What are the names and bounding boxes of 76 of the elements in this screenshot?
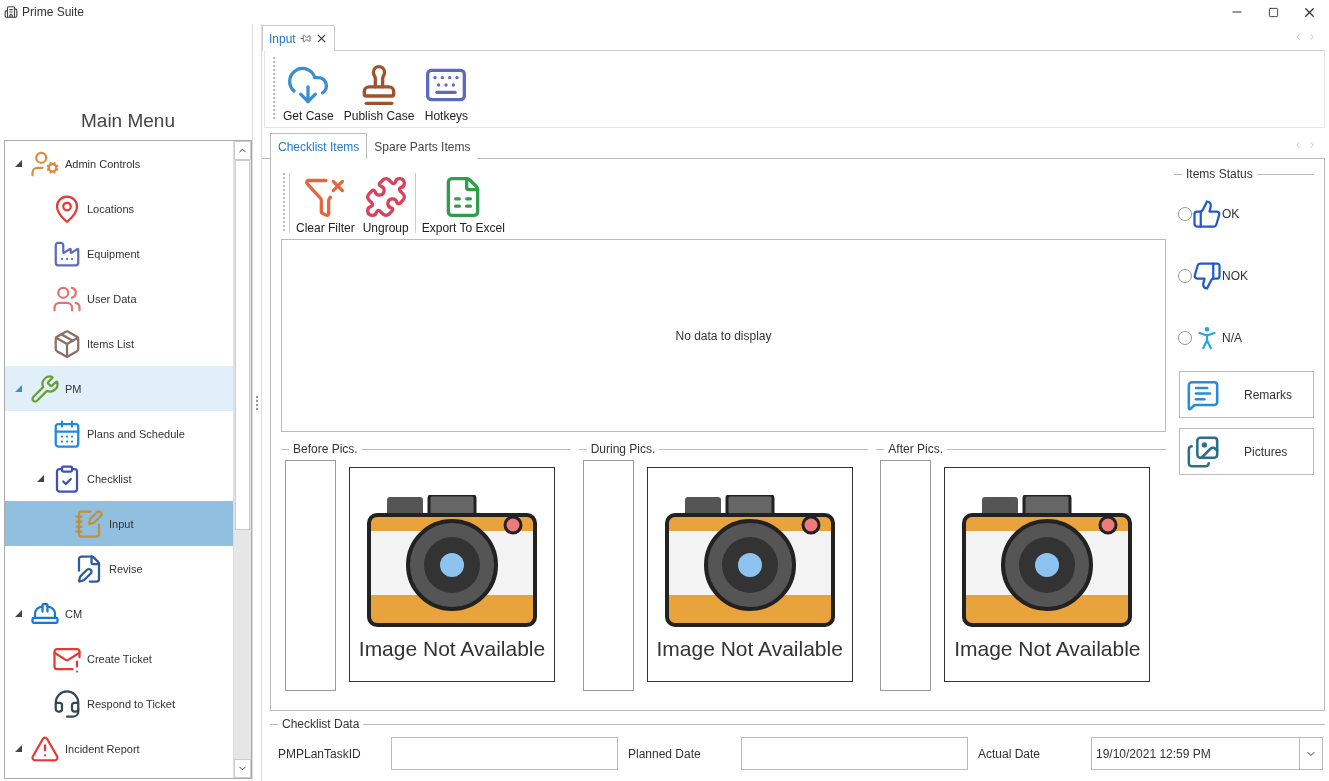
toolbar-button[interactable]: Publish Case [341,63,417,123]
radio-button[interactable] [1178,207,1192,221]
field-label: Actual Date [978,746,1042,761]
toolbar-button[interactable]: Ungroup [360,175,411,235]
side-button[interactable]: Remarks [1179,371,1314,418]
window-title: Prime Suite [22,5,86,19]
tab[interactable]: Checklist Items [270,133,368,159]
tree-item[interactable]: Items List [5,321,233,366]
image-placeholder[interactable]: Image Not Available [646,467,853,682]
thumbs-down-icon [1192,261,1222,291]
wrench-icon [30,373,60,404]
toolbar-button[interactable]: Get Case [281,63,336,123]
headset-icon [52,688,82,719]
camera-icon [664,495,835,627]
thumbs-up-icon [1192,199,1222,229]
tree-item[interactable]: Locations [5,186,233,231]
field-label: PMPLanTaskID [278,746,362,761]
tree-item[interactable]: Revise [5,546,233,591]
camera-icon [962,495,1133,627]
thumbnail-strip[interactable] [880,460,932,691]
thumbnail-strip[interactable] [285,460,336,691]
notepad-pencil-icon [74,508,104,539]
toolbar-button[interactable]: Clear Filter [294,175,357,235]
tree-item[interactable]: Checklist [5,456,233,501]
scroll-right-icon[interactable] [1307,140,1317,150]
tree-item[interactable]: Input [5,501,233,546]
toolbar-button[interactable]: Hotkeys [422,63,471,123]
calendar-icon [52,418,82,449]
toolbar-button[interactable]: Export To Excel [419,175,507,235]
expand-arrow-icon[interactable] [14,610,22,617]
document-tab[interactable]: Input [262,25,335,51]
image-placeholder-text: Image Not Available [358,637,546,661]
group-title: Before Pics. [293,442,358,456]
image-placeholder-text: Image Not Available [656,637,843,661]
app-logo-icon [4,5,18,19]
input-field[interactable] [391,737,618,770]
radio-button[interactable] [1178,331,1192,345]
tree-item[interactable]: Respond to Ticket [5,681,233,726]
camera-icon [367,495,537,627]
tree-item[interactable]: Incident Report [5,726,233,771]
image-placeholder[interactable]: Image Not Available [944,467,1151,682]
tree-item[interactable]: Equipment [5,231,233,276]
tree-item[interactable]: Plans and Schedule [5,411,233,456]
field-label: Planned Date [628,746,702,761]
radio-label: NOK [1222,269,1248,283]
scroll-right-icon[interactable] [1307,32,1317,42]
thumbnail-strip[interactable] [582,460,634,691]
side-button[interactable]: Pictures [1179,428,1314,475]
image-placeholder[interactable]: Image Not Available [349,467,555,682]
group-title: During Pics. [590,442,656,456]
date-dropdown[interactable]: 19/10/2021 12:59 PM [1091,737,1323,770]
radio-label: OK [1222,207,1240,221]
menu-title: Main Menu [80,109,176,133]
group-title: After Pics. [888,442,944,456]
scroll-left-icon[interactable] [1293,32,1303,42]
scroll-left-icon[interactable] [1293,140,1303,150]
scrollbar[interactable] [233,141,251,778]
radio-label: N/A [1222,331,1242,345]
tree-item[interactable]: CM [5,591,233,636]
group-title: Checklist Data [282,717,360,731]
expand-arrow-icon[interactable] [36,475,44,482]
tree-item[interactable]: User Data [5,276,233,321]
expand-arrow-icon[interactable] [14,745,22,752]
expand-arrow-icon[interactable] [14,160,22,167]
group-title: Items Status [1186,167,1253,181]
tree-item[interactable]: Admin Controls [5,141,233,186]
empty-grid-text: No data to display [675,328,772,343]
pictures-icon [1186,434,1220,469]
input-field[interactable] [741,737,968,770]
puzzle-icon [363,175,408,219]
pin-icon[interactable] [299,33,311,44]
tree-item[interactable]: PM [5,366,233,411]
tree-item[interactable]: Create Ticket [5,636,233,681]
maximize-icon[interactable] [1267,6,1279,18]
radio-button[interactable] [1178,269,1192,283]
image-placeholder-text: Image Not Available [954,637,1141,661]
